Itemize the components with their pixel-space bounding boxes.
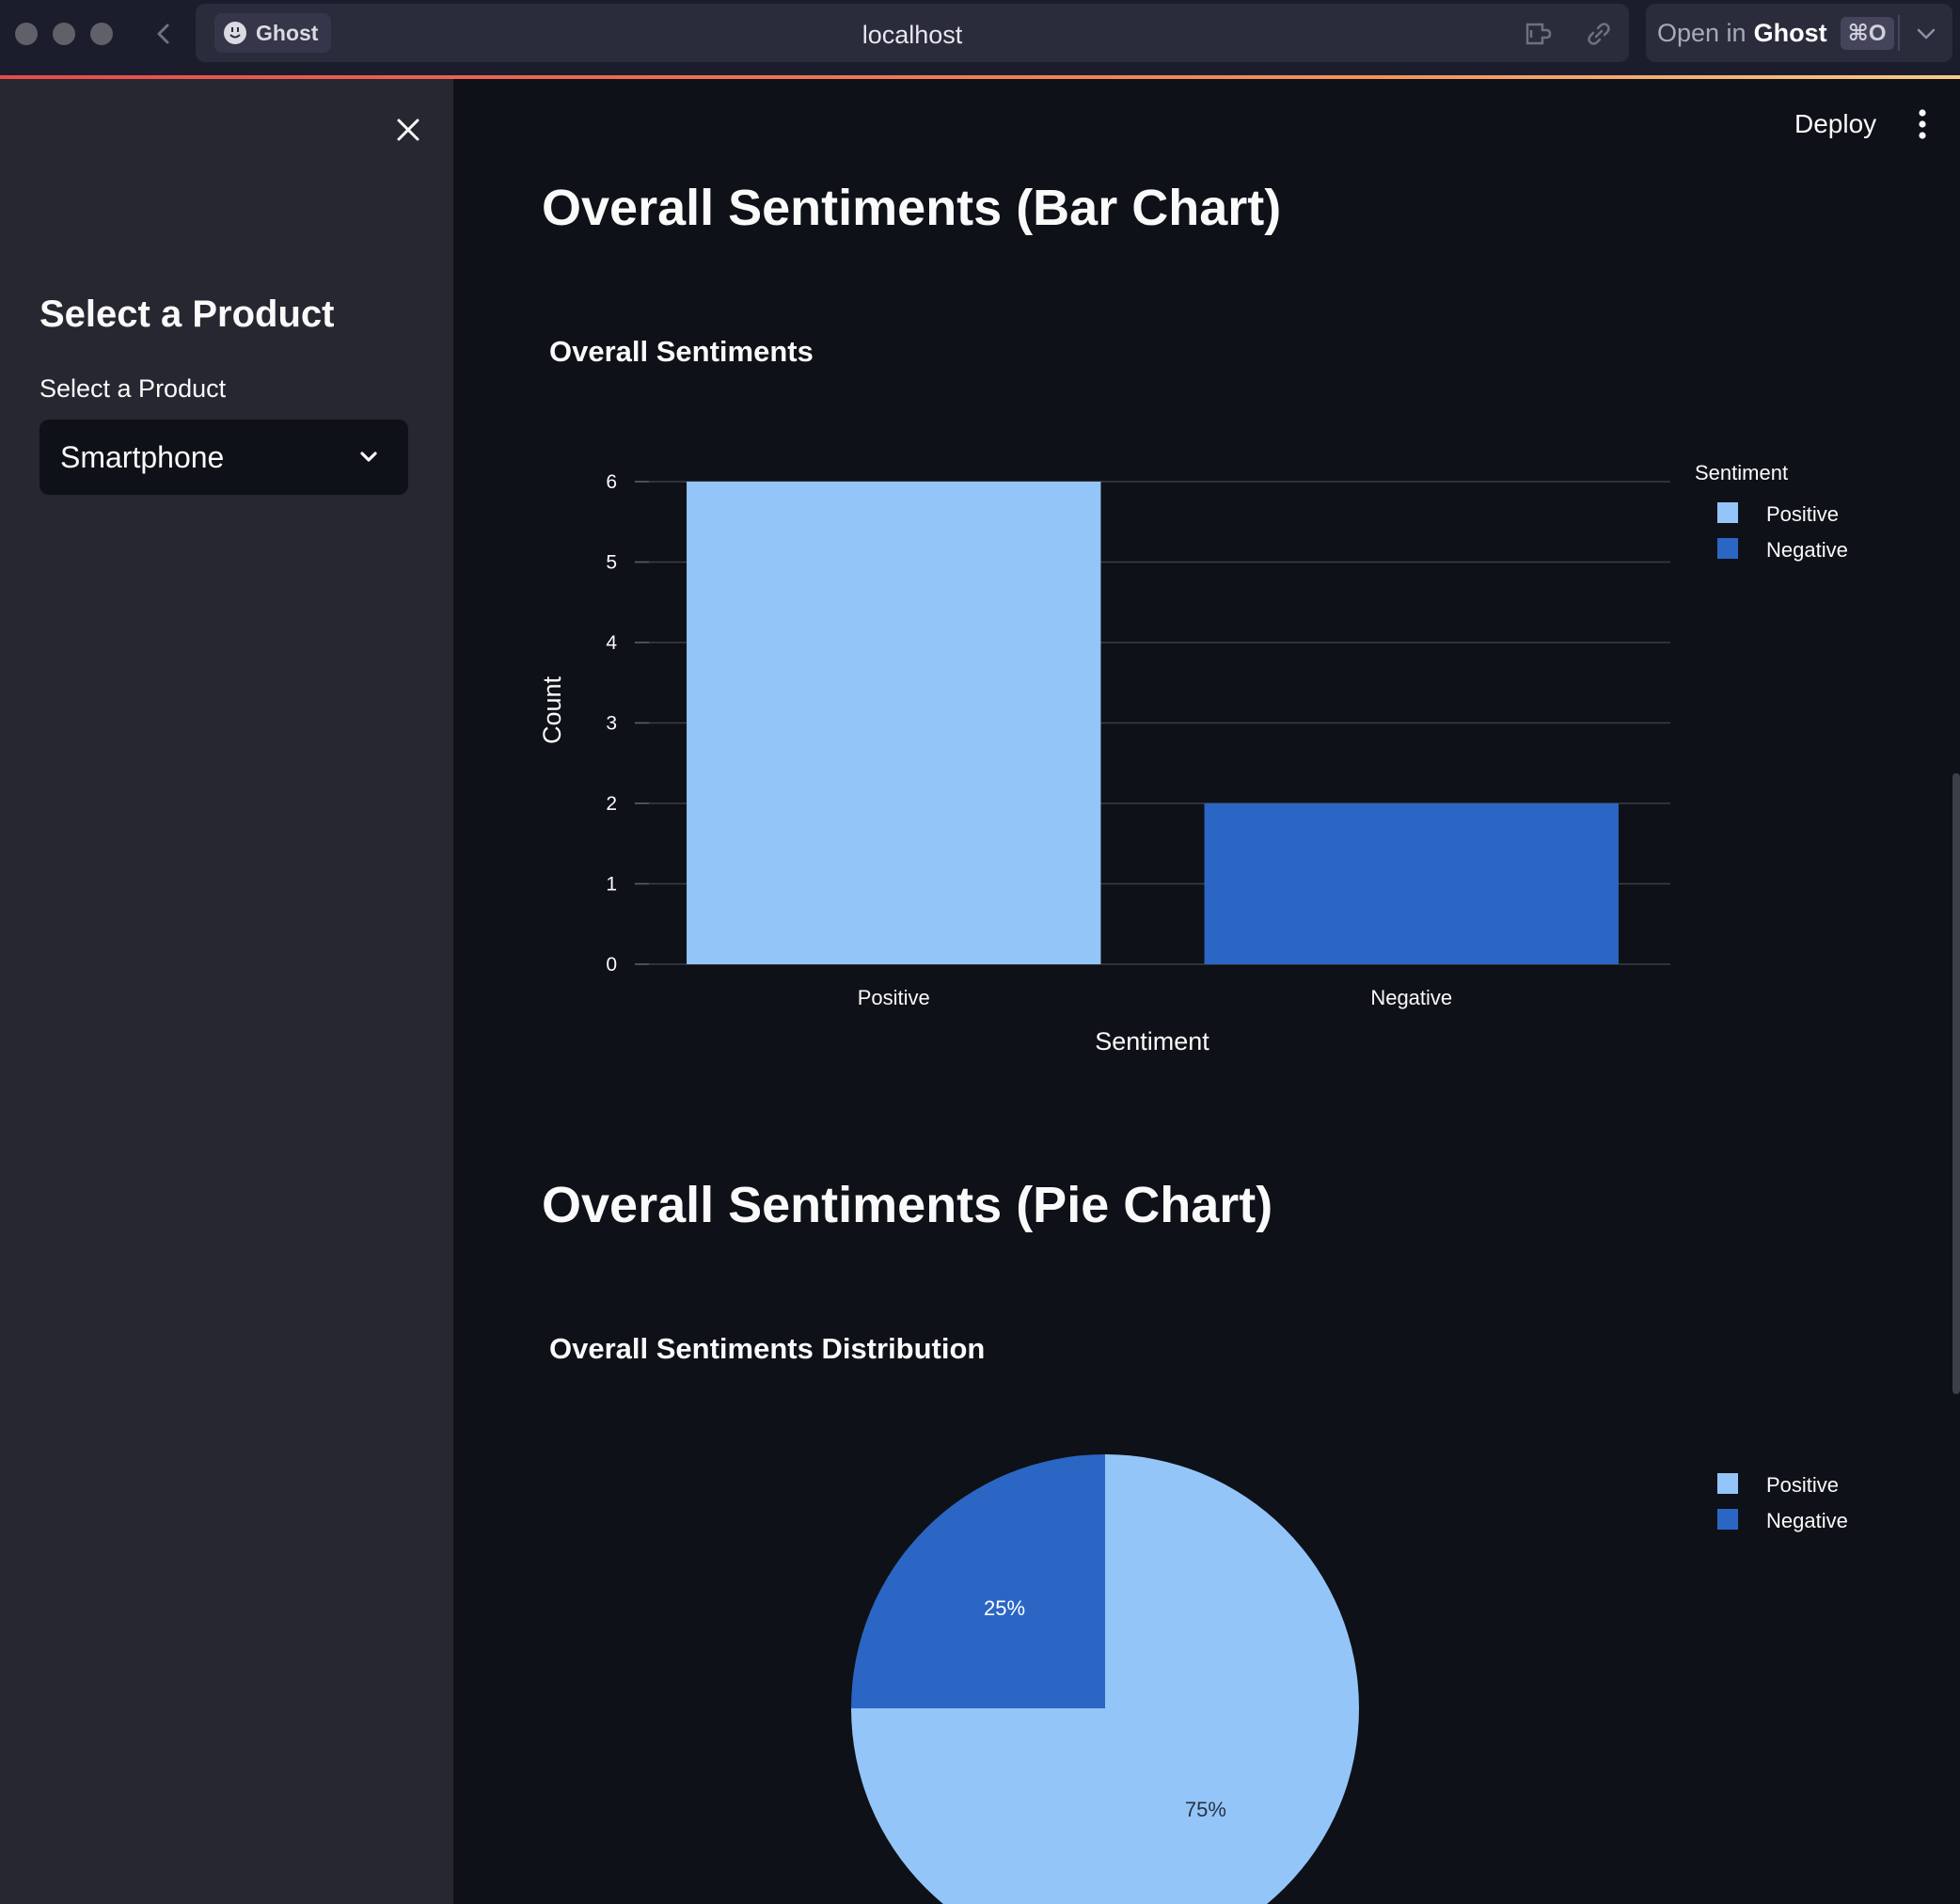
- y-tick-label: 4: [606, 632, 617, 654]
- chevron-down-icon: [360, 452, 377, 462]
- legend-swatch: [1717, 1473, 1738, 1494]
- close-window-button[interactable]: [15, 23, 38, 45]
- legend-swatch: [1717, 502, 1738, 523]
- pie-chart-legend[interactable]: Positive Negative: [1717, 1473, 1848, 1532]
- pie-slice-label: 75%: [1185, 1798, 1226, 1821]
- close-sidebar-icon[interactable]: [389, 111, 427, 149]
- address-bar[interactable]: Ghost localhost: [196, 4, 1629, 62]
- bar-chart-title: Overall Sentiments: [549, 335, 814, 368]
- legend-label: Positive: [1766, 502, 1839, 526]
- bar-chart-y-label: Count: [538, 675, 566, 744]
- divider: [1898, 15, 1900, 51]
- link-icon[interactable]: [1582, 19, 1616, 49]
- url-text: localhost: [861, 21, 963, 49]
- bar-chart-x-label: Sentiment: [1095, 1027, 1209, 1055]
- y-tick-label: 6: [606, 471, 617, 493]
- product-select[interactable]: Smartphone: [40, 420, 408, 495]
- chevron-down-icon[interactable]: [1913, 21, 1939, 47]
- pie-chart-heading: Overall Sentiments (Pie Chart): [542, 1177, 1273, 1233]
- extension-icon[interactable]: [1524, 19, 1557, 49]
- browser-toolbar: Ghost localhost Open in Ghost ⌘O: [0, 0, 1960, 75]
- pie-chart-title: Overall Sentiments Distribution: [549, 1332, 986, 1365]
- open-in-app: Ghost: [1753, 18, 1827, 47]
- open-in-ghost-button[interactable]: Open in Ghost ⌘O: [1646, 4, 1952, 62]
- legend-title: Sentiment: [1695, 461, 1788, 484]
- bar-chart-heading: Overall Sentiments (Bar Chart): [542, 180, 1282, 236]
- back-arrow-icon[interactable]: [147, 17, 181, 51]
- pie-slice-negative: [851, 1454, 1105, 1708]
- pie-slice-label: 25%: [984, 1596, 1025, 1620]
- zoom-window-button[interactable]: [90, 23, 113, 45]
- shortcut-badge: ⌘O: [1840, 16, 1894, 50]
- bar-positive: [687, 482, 1101, 964]
- product-select-value: Smartphone: [60, 440, 225, 474]
- x-tick-label: Negative: [1370, 986, 1452, 1009]
- pie-chart: 75% 25% Positive Negative: [851, 1454, 1848, 1904]
- deploy-button[interactable]: Deploy: [1794, 109, 1876, 139]
- y-tick-label: 0: [606, 954, 617, 976]
- pie-chart-slices: [851, 1454, 1359, 1904]
- legend-label: Negative: [1766, 538, 1848, 562]
- scrollbar[interactable]: [1952, 773, 1960, 1394]
- legend-label: Positive: [1766, 1473, 1839, 1497]
- minimize-window-button[interactable]: [53, 23, 75, 45]
- x-tick-label: Positive: [858, 986, 930, 1009]
- bar-chart-x-ticks: Positive Negative: [858, 986, 1452, 1009]
- legend-swatch: [1717, 538, 1738, 559]
- legend-label: Negative: [1766, 1509, 1848, 1532]
- y-tick-label: 3: [606, 713, 617, 735]
- open-in-prefix: Open in: [1657, 18, 1747, 47]
- more-menu-icon[interactable]: [1913, 105, 1932, 143]
- y-tick-label: 2: [606, 793, 617, 815]
- bar-chart: 0 1 2 3 4 5 6 Positive Negative Count Sentiment…: [538, 461, 1848, 1055]
- sidebar: Select a Product Select a Product Smartp…: [0, 79, 453, 1904]
- select-label: Select a Product: [40, 374, 227, 403]
- bar-negative: [1204, 803, 1619, 964]
- bar-chart-y-ticks: 0 1 2 3 4 5 6: [606, 471, 617, 976]
- legend-swatch: [1717, 1509, 1738, 1530]
- sidebar-heading: Select a Product: [40, 294, 335, 335]
- y-tick-label: 5: [606, 552, 617, 574]
- y-tick-label: 1: [606, 874, 617, 896]
- bar-chart-legend[interactable]: Sentiment Positive Negative: [1695, 461, 1848, 562]
